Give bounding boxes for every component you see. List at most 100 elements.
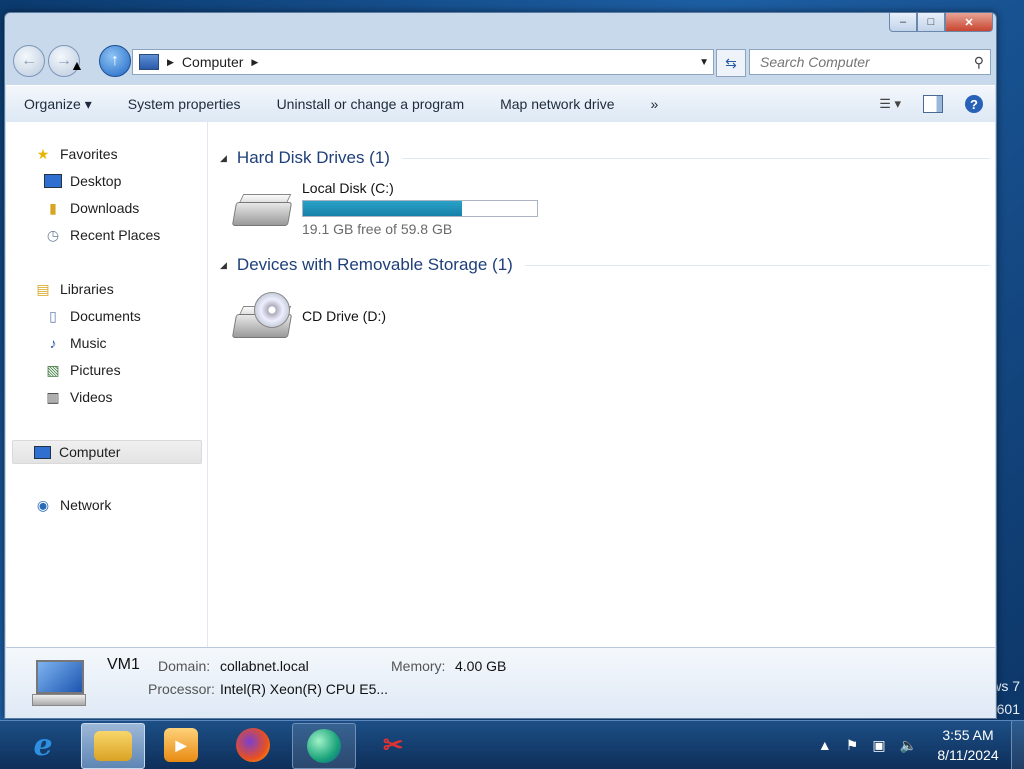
pinned-app-button[interactable] [292, 723, 356, 769]
more-commands-button[interactable]: » [633, 96, 677, 112]
search-box[interactable]: ⚲ [749, 49, 991, 75]
nav-music[interactable]: ♪ Music [44, 335, 107, 351]
network-globe-icon: ◉ [36, 496, 50, 513]
desktop-watermark-2: 601 [996, 701, 1020, 717]
media-player-button[interactable]: ▶ [150, 723, 212, 767]
up-arrow-icon: ↑ [111, 52, 119, 69]
drive-c-usage-fill [303, 201, 463, 216]
nav-favorites[interactable]: ★ Favorites [34, 145, 118, 163]
drive-c-free-space: 19.1 GB free of 59.8 GB [302, 221, 453, 237]
drive-cd-d[interactable]: CD Drive (D:) [231, 292, 386, 340]
internet-explorer-button[interactable]: e [12, 723, 74, 767]
drive-local-disk-c[interactable]: Local Disk (C:) 19.1 GB free of 59.8 GB [231, 180, 538, 237]
collapse-triangle-icon[interactable]: ◢ [220, 260, 227, 271]
nav-music-label: Music [70, 335, 107, 351]
pictures-icon: ▧ [46, 361, 60, 378]
nav-libraries[interactable]: ▤ Libraries [34, 280, 114, 298]
computer-name: VM1 [107, 656, 140, 673]
libraries-icon: ▤ [36, 280, 50, 297]
map-network-drive-button[interactable]: Map network drive [482, 96, 632, 112]
navigation-row: ← → ↑ ▶ Computer ▶ ▼ ⇆ ⚲ [5, 43, 996, 81]
collapse-triangle-icon[interactable]: ◢ [220, 153, 227, 164]
volume-muted-icon[interactable]: 🔈 [900, 737, 917, 754]
nav-downloads[interactable]: ▮ Downloads [44, 199, 139, 217]
nav-documents[interactable]: ▯ Documents [44, 308, 141, 325]
group-hard-disk-drives[interactable]: ◢ Hard Disk Drives (1) [220, 148, 990, 168]
clock-date: 8/11/2024 [937, 747, 999, 763]
nav-libraries-label: Libraries [60, 281, 114, 297]
network-icon[interactable]: ▣ [872, 737, 885, 754]
system-properties-button[interactable]: System properties [110, 96, 259, 112]
drive-d-name: CD Drive (D:) [302, 308, 386, 324]
breadcrumb-computer[interactable]: Computer [182, 54, 243, 70]
desktop-icon [44, 173, 62, 189]
hard-drive-icon [231, 180, 293, 228]
memory-value: 4.00 GB [455, 658, 507, 674]
action-center-flag-icon[interactable]: ⚑ [846, 737, 859, 754]
computer-icon [33, 444, 51, 460]
uninstall-program-button[interactable]: Uninstall or change a program [259, 96, 483, 112]
nav-network-label: Network [60, 497, 112, 513]
taskbar: e ▶ ✂ ▲ ⚑ ▣ 🔈 3:55 AM 8/11/2024 [0, 720, 1024, 769]
nav-videos[interactable]: ▥ Videos [44, 389, 113, 406]
back-arrow-icon: ← [21, 52, 37, 69]
folder-icon [94, 731, 132, 761]
drive-c-name: Local Disk (C:) [302, 180, 394, 196]
group-hdd-label: Hard Disk Drives (1) [236, 148, 390, 167]
computer-large-icon [32, 660, 86, 706]
clock-time: 3:55 AM [942, 727, 994, 743]
refresh-button[interactable]: ⇆ [716, 49, 746, 77]
address-bar[interactable]: ▶ Computer ▶ ▼ [132, 49, 714, 75]
group-removable-storage[interactable]: ◢ Devices with Removable Storage (1) [220, 255, 990, 275]
show-desktop-button[interactable] [1011, 721, 1024, 769]
windows-explorer-button[interactable] [81, 723, 145, 769]
scissors-icon: ✂ [382, 731, 404, 759]
view-controls: ☰ ▾ ? [879, 95, 983, 113]
star-icon: ★ [36, 145, 50, 162]
downloads-folder-icon: ▮ [49, 199, 57, 216]
recent-places-icon: ◷ [46, 226, 60, 243]
group-removable-label: Devices with Removable Storage (1) [236, 255, 513, 274]
firefox-button[interactable] [222, 723, 284, 767]
details-pane: VM1 Domain: collabnet.local Memory: 4.00… [6, 647, 995, 718]
close-button[interactable]: ✕ [945, 13, 993, 32]
nav-favorites-label: Favorites [60, 146, 118, 162]
breadcrumb-chevron-icon[interactable]: ▶ [167, 57, 174, 68]
nav-network[interactable]: ◉ Network [34, 496, 112, 514]
group-divider [401, 157, 990, 159]
refresh-icon: ⇆ [725, 54, 737, 71]
change-view-icon[interactable]: ☰ ▾ [879, 96, 901, 112]
search-input[interactable] [758, 53, 967, 71]
nav-videos-label: Videos [70, 389, 113, 405]
nav-recent-label: Recent Places [70, 227, 161, 243]
up-button[interactable]: ↑ [99, 45, 131, 77]
nav-computer-label: Computer [59, 444, 121, 460]
internet-explorer-icon: e [33, 727, 53, 763]
nav-pictures[interactable]: ▧ Pictures [44, 361, 120, 379]
nav-desktop[interactable]: Desktop [44, 173, 121, 189]
search-icon[interactable]: ⚲ [974, 54, 984, 71]
main-pane: ◢ Hard Disk Drives (1) Local Disk (C:) 1… [208, 122, 995, 647]
content-area: ★ Favorites Desktop ▮ Downloads ◷ Recent… [6, 122, 995, 647]
back-button[interactable]: ← [13, 45, 45, 77]
address-dropdown-icon[interactable]: ▼ [699, 57, 709, 68]
nav-recent-places[interactable]: ◷ Recent Places [44, 226, 161, 244]
swirl-app-icon [307, 729, 341, 763]
cd-drive-icon [231, 292, 293, 340]
minimize-button[interactable]: – [889, 13, 917, 32]
firefox-icon [236, 728, 270, 762]
music-icon: ♪ [49, 335, 57, 351]
organize-button[interactable]: Organize ▾ [6, 96, 110, 113]
snipping-tool-button[interactable]: ✂ [362, 723, 424, 767]
computer-icon [139, 54, 159, 70]
system-tray: ▲ ⚑ ▣ 🔈 3:55 AM 8/11/2024 [818, 721, 1024, 769]
memory-label: Memory: [391, 658, 446, 674]
nav-computer[interactable]: Computer [12, 440, 202, 464]
breadcrumb-chevron-icon[interactable]: ▶ [251, 57, 258, 68]
show-hidden-icons-icon[interactable]: ▲ [818, 737, 832, 753]
clock[interactable]: 3:55 AM 8/11/2024 [931, 725, 1005, 765]
preview-pane-icon[interactable] [923, 95, 943, 113]
nav-desktop-label: Desktop [70, 173, 122, 189]
maximize-button[interactable]: □ [917, 13, 945, 32]
help-icon[interactable]: ? [965, 95, 983, 113]
